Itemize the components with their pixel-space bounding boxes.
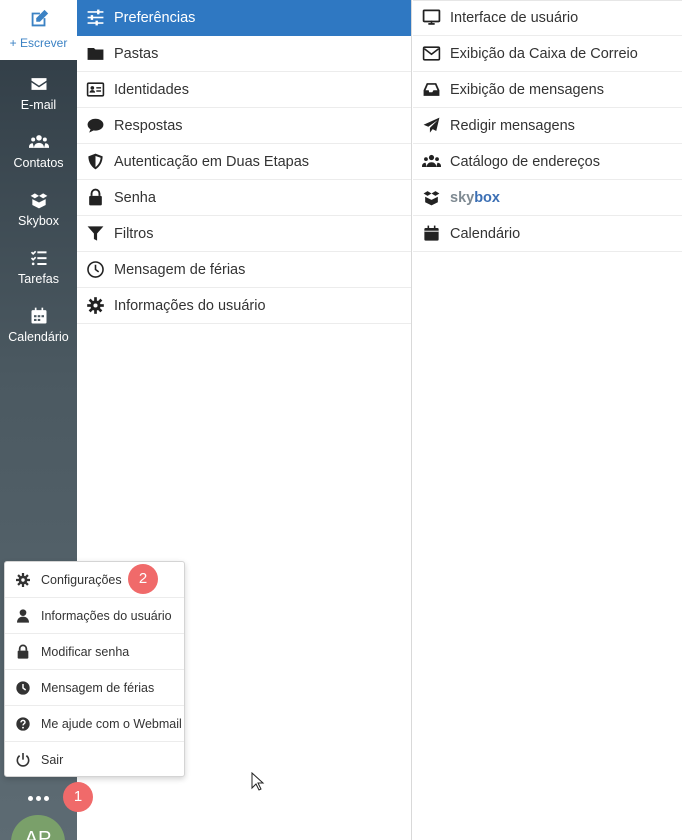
menu-item-change-password[interactable]: Modificar senha [5,634,184,670]
avatar[interactable]: AP [11,815,65,840]
pref-item-calendar[interactable]: Calendário [413,216,682,252]
dot [28,795,33,801]
step-badge-1: 1 [63,782,93,812]
mouse-cursor-icon [251,772,265,791]
pref-item-address-book[interactable]: Catálogo de endereços [413,144,682,180]
users-icon [422,154,441,168]
lock-icon [89,188,102,206]
sliders-icon [87,9,104,26]
compose-button[interactable]: + Escrever [0,0,77,60]
inbox-icon [423,83,440,96]
menu-item-vacation[interactable]: Mensagem de férias [5,670,184,706]
pref-label: Redigir mensagens [450,117,575,134]
account-popup-menu: Configurações Informações do usuário Mod… [4,561,185,777]
calendar-icon [31,307,46,324]
preferences-list: Interface de usuário Exibição da Caixa d… [413,0,682,840]
menu-item-label: Informações do usuário [41,608,172,623]
paper-plane-icon [423,117,440,133]
rail-item-label: Skybox [18,214,59,228]
envelope-icon [31,78,46,90]
rail-item-label: Contatos [13,156,64,170]
rail-item-email[interactable]: E-mail [0,64,77,122]
pref-label: Exibição da Caixa de Correio [450,45,638,62]
section-item-password[interactable]: Senha [77,180,411,216]
compose-icon [31,9,48,27]
section-label: Pastas [114,45,159,62]
pref-label: Exibição de mensagens [450,81,604,98]
menu-item-label: Me ajude com o Webmail [41,716,182,731]
skybox-label-part1: sky [450,189,475,206]
pref-label: Interface de usuário [450,9,579,26]
section-label: Autenticação em Duas Etapas [114,153,310,170]
pref-label: Calendário [450,225,521,242]
rail-item-skybox[interactable]: Skybox [0,180,77,238]
pref-item-message-view[interactable]: Exibição de mensagens [413,72,682,108]
section-item-vacation[interactable]: Mensagem de férias [77,252,411,288]
menu-item-label: Modificar senha [41,644,130,659]
section-item-two-factor[interactable]: Autenticação em Duas Etapas [77,144,411,180]
pref-label: Catálogo de endereços [450,153,600,170]
skybox-logo-text: skybox [450,190,500,206]
rail-item-label: Tarefas [18,272,59,286]
calendar-icon [424,225,439,241]
user-icon [17,608,29,623]
filter-icon [87,226,104,241]
divider [413,0,682,1]
menu-item-label: Configurações [41,572,122,587]
rail-item-calendar[interactable]: Calendário [0,296,77,354]
envelope-outline-icon [422,46,441,61]
menu-item-label: Mensagem de férias [41,680,155,695]
section-label: Preferências [114,9,196,26]
clock-icon [16,680,30,695]
skybox-label-part2: box [474,189,500,206]
rail-item-tasks[interactable]: Tarefas [0,238,77,296]
rail-item-contacts[interactable]: Contatos [0,122,77,180]
section-item-identities[interactable]: Identidades [77,72,411,108]
box-icon [30,193,47,209]
lock-icon [17,644,29,659]
users-icon [28,135,49,148]
id-card-icon [86,82,105,97]
compose-label: + Escrever [9,36,68,50]
pref-item-skybox[interactable]: skybox [413,180,682,216]
folder-icon [87,47,104,60]
gear-icon [16,572,30,587]
section-item-user-info[interactable]: Informações do usuário [77,288,411,324]
tasks-icon [30,250,46,266]
section-label: Respostas [114,117,183,134]
rail-item-label: Calendário [8,330,69,344]
box-icon [423,191,440,206]
power-icon [16,753,30,767]
menu-item-user-info[interactable]: Informações do usuário [5,598,184,634]
pref-item-user-interface[interactable]: Interface de usuário [413,0,682,36]
menu-item-logout[interactable]: Sair [5,742,184,778]
section-item-preferences[interactable]: Preferências [77,0,411,36]
section-label: Mensagem de férias [114,261,246,278]
pref-item-mailbox-view[interactable]: Exibição da Caixa de Correio [413,36,682,72]
section-item-responses[interactable]: Respostas [77,108,411,144]
section-item-filters[interactable]: Filtros [77,216,411,252]
clock-icon [87,261,104,278]
shield-icon [88,153,103,170]
section-item-folders[interactable]: Pastas [77,36,411,72]
rail-item-label: E-mail [20,98,57,112]
section-label: Filtros [114,225,154,242]
step-badge-2: 2 [128,564,158,594]
section-label: Identidades [114,81,189,98]
monitor-icon [422,9,441,25]
dot [44,795,49,801]
menu-item-label: Sair [41,753,64,767]
gear-icon [87,297,104,314]
comment-icon [87,118,104,133]
question-circle-icon [16,716,30,731]
section-label: Senha [114,189,156,206]
pref-item-compose[interactable]: Redigir mensagens [413,108,682,144]
dot [36,795,41,801]
menu-item-help[interactable]: Me ajude com o Webmail [5,706,184,742]
section-label: Informações do usuário [114,297,266,314]
